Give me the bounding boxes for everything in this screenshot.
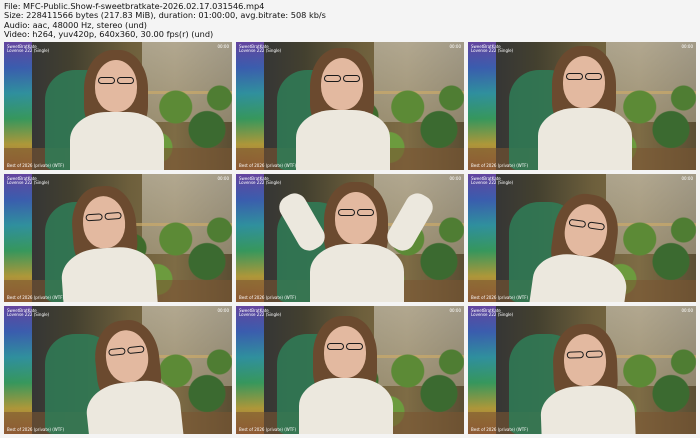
stream-overlay-top-left: SweetBratKate Lovense 222 (Single): [7, 176, 50, 186]
glasses: [117, 77, 134, 84]
face: [563, 56, 605, 108]
stream-overlay-top-left: SweetBratKate Lovense 222 (Single): [471, 308, 514, 318]
streamer-figure: [530, 322, 644, 434]
stream-overlay-top-right: 00:00: [681, 176, 693, 181]
cardigan: [296, 110, 390, 170]
glasses: [343, 75, 360, 82]
cardigan: [539, 384, 637, 434]
stream-overlay-top-right: 00:00: [449, 308, 461, 313]
glasses: [357, 209, 374, 216]
glasses: [585, 350, 603, 359]
glasses: [566, 351, 584, 359]
cardigan: [538, 108, 632, 170]
stream-overlay-bottom-left: Best of 2026 (private) (WTF): [471, 294, 529, 300]
stream-overlay-top-right: 00:00: [681, 308, 693, 313]
thumbnail-grid: SweetBratKate Lovense 222 (Single) Best …: [4, 42, 697, 434]
video-thumbnail: SweetBratKate Lovense 222 (Single) Best …: [468, 42, 696, 170]
face: [95, 60, 137, 112]
glasses: [85, 213, 103, 222]
streamer-figure: [62, 50, 172, 170]
stream-overlay-bottom-left: Best of 2026 (private) (WTF): [7, 162, 65, 168]
streamer-figure: [519, 187, 646, 302]
stream-overlay-top-right: 00:00: [217, 176, 229, 181]
stream-overlay-bottom-left: Best of 2026 (private) (WTF): [471, 162, 529, 168]
glasses: [338, 209, 355, 216]
stream-overlay-bottom-left: Best of 2026 (private) (WTF): [239, 426, 297, 432]
stream-overlay-top-right: 00:00: [449, 176, 461, 181]
glasses: [324, 75, 341, 82]
stream-overlay-top-left: SweetBratKate Lovense 222 (Single): [7, 44, 50, 54]
glasses: [346, 343, 363, 350]
glasses: [327, 343, 344, 350]
stream-overlay-top-left: SweetBratKate Lovense 222 (Single): [471, 176, 514, 186]
video-info-line: Video: h264, yuv420p, 640x360, 30.00 fps…: [4, 28, 214, 39]
video-thumbnail: SweetBratKate Lovense 222 (Single) Best …: [236, 42, 464, 170]
video-thumbnail: SweetBratKate Lovense 222 (Single) Best …: [236, 306, 464, 434]
cardigan: [70, 112, 164, 170]
stream-overlay-top-left: SweetBratKate Lovense 222 (Single): [239, 176, 282, 186]
video-thumbnail: SweetBratKate Lovense 222 (Single) Best …: [4, 174, 232, 302]
stream-overlay-bottom-left: Best of 2026 (private) (WTF): [7, 426, 65, 432]
streamer-figure: [530, 46, 640, 170]
cardigan: [299, 378, 393, 434]
glasses: [585, 73, 602, 80]
stream-overlay-bottom-left: Best of 2026 (private) (WTF): [471, 426, 529, 432]
stream-overlay-top-right: 00:00: [217, 44, 229, 49]
face: [324, 326, 366, 378]
face: [321, 58, 363, 110]
glasses: [98, 77, 115, 84]
cardigan: [310, 244, 404, 302]
stream-overlay-bottom-left: Best of 2026 (private) (WTF): [7, 294, 65, 300]
stream-overlay-top-left: SweetBratKate Lovense 222 (Single): [239, 308, 282, 318]
glasses: [566, 73, 583, 80]
cardigan: [527, 249, 630, 302]
streamer-figure: [288, 48, 398, 170]
streamer-figure: [291, 316, 401, 434]
stream-overlay-bottom-left: Best of 2026 (private) (WTF): [239, 162, 297, 168]
stream-overlay-top-left: SweetBratKate Lovense 222 (Single): [471, 44, 514, 54]
stream-overlay-top-right: 00:00: [217, 308, 229, 313]
streamer-figure: [274, 182, 438, 302]
stream-overlay-top-right: 00:00: [681, 44, 693, 49]
video-thumbnail: SweetBratKate Lovense 222 (Single) Best …: [468, 174, 696, 302]
video-thumbnail: SweetBratKate Lovense 222 (Single) Best …: [4, 306, 232, 434]
streamer-figure: [48, 182, 167, 302]
video-thumbnail: SweetBratKate Lovense 222 (Single) Best …: [236, 174, 464, 302]
stream-overlay-top-left: SweetBratKate Lovense 222 (Single): [7, 308, 50, 318]
file-info-header: File: MFC-Public.Show-f-sweetbratkate-20…: [4, 1, 694, 39]
stream-overlay-top-left: SweetBratKate Lovense 222 (Single): [239, 44, 282, 54]
glasses: [104, 211, 122, 221]
stream-overlay-top-right: 00:00: [449, 44, 461, 49]
face: [335, 192, 377, 244]
streamer-figure: [70, 315, 193, 434]
stream-overlay-bottom-left: Best of 2026 (private) (WTF): [239, 294, 297, 300]
video-thumbnail: SweetBratKate Lovense 222 (Single) Best …: [4, 42, 232, 170]
video-thumbnail: SweetBratKate Lovense 222 (Single) Best …: [468, 306, 696, 434]
